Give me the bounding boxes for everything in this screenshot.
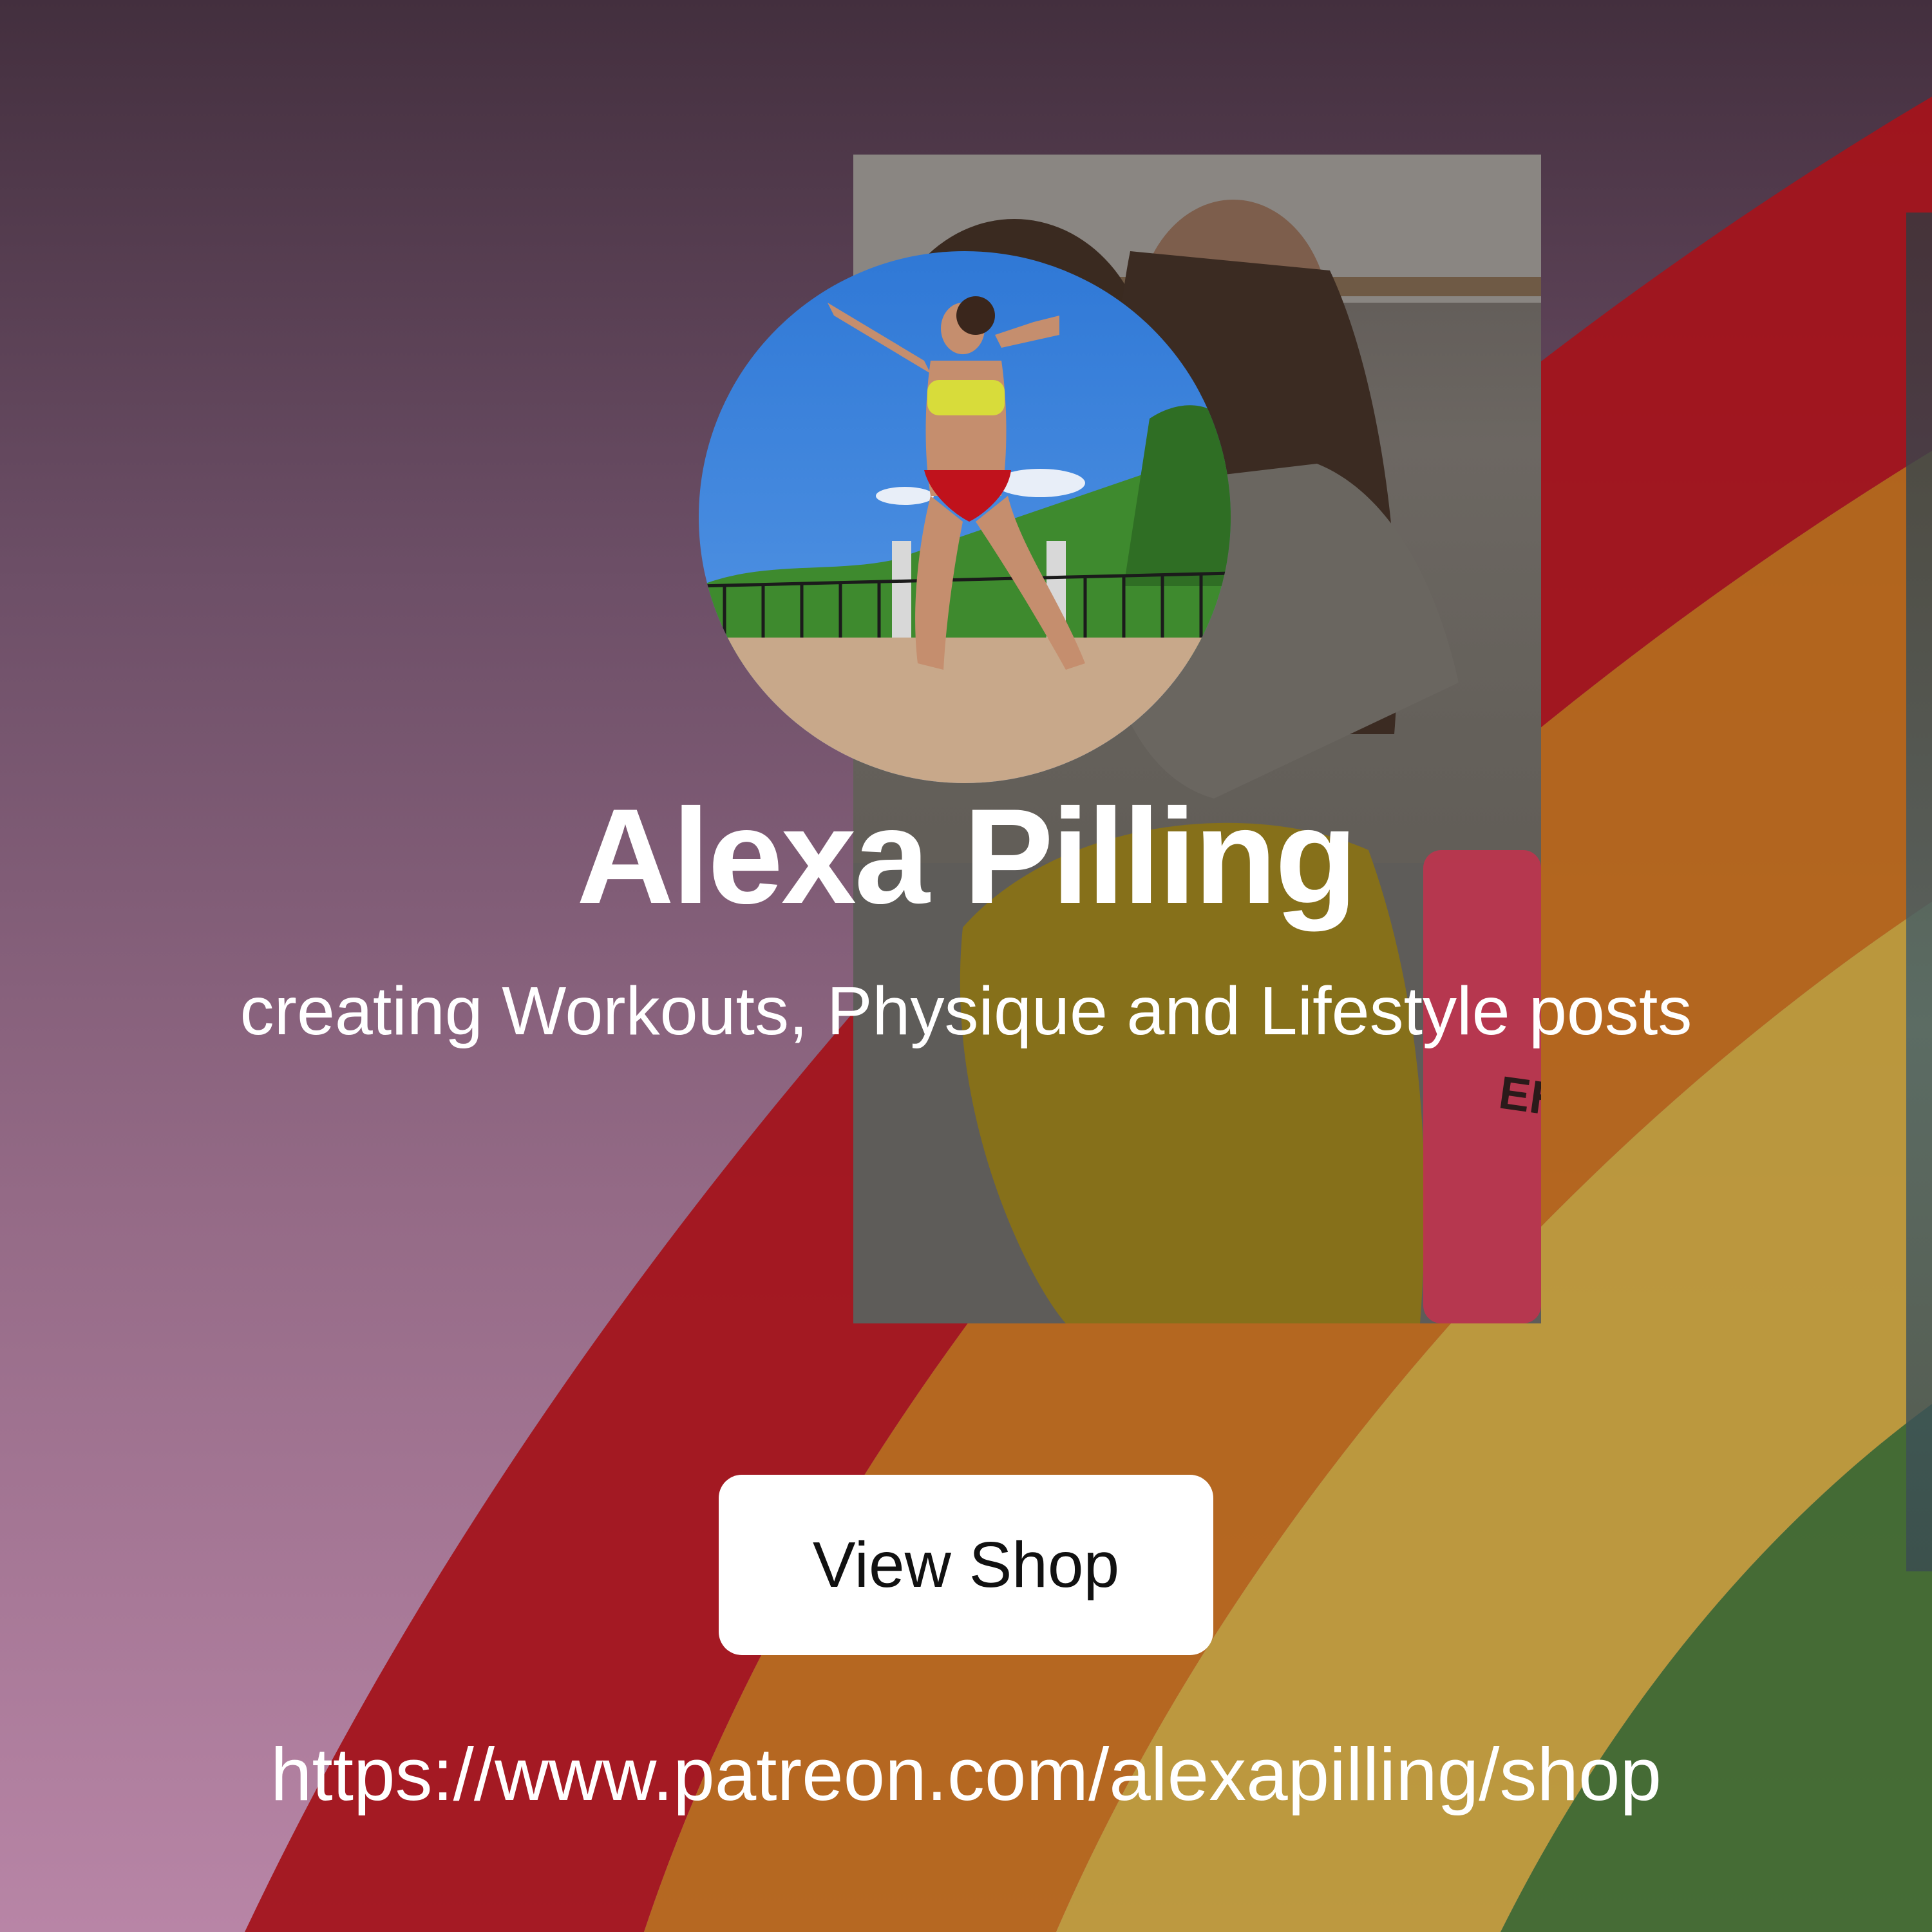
shop-url: https://www.patreon.com/alexapilling/sho… — [270, 1732, 1662, 1816]
creator-name: Alexa Pilling — [576, 781, 1358, 932]
avatar — [699, 251, 1231, 783]
view-shop-button[interactable]: View Shop — [719, 1475, 1213, 1655]
creator-tagline: creating Workouts, Physique and Lifestyl… — [240, 973, 1692, 1049]
